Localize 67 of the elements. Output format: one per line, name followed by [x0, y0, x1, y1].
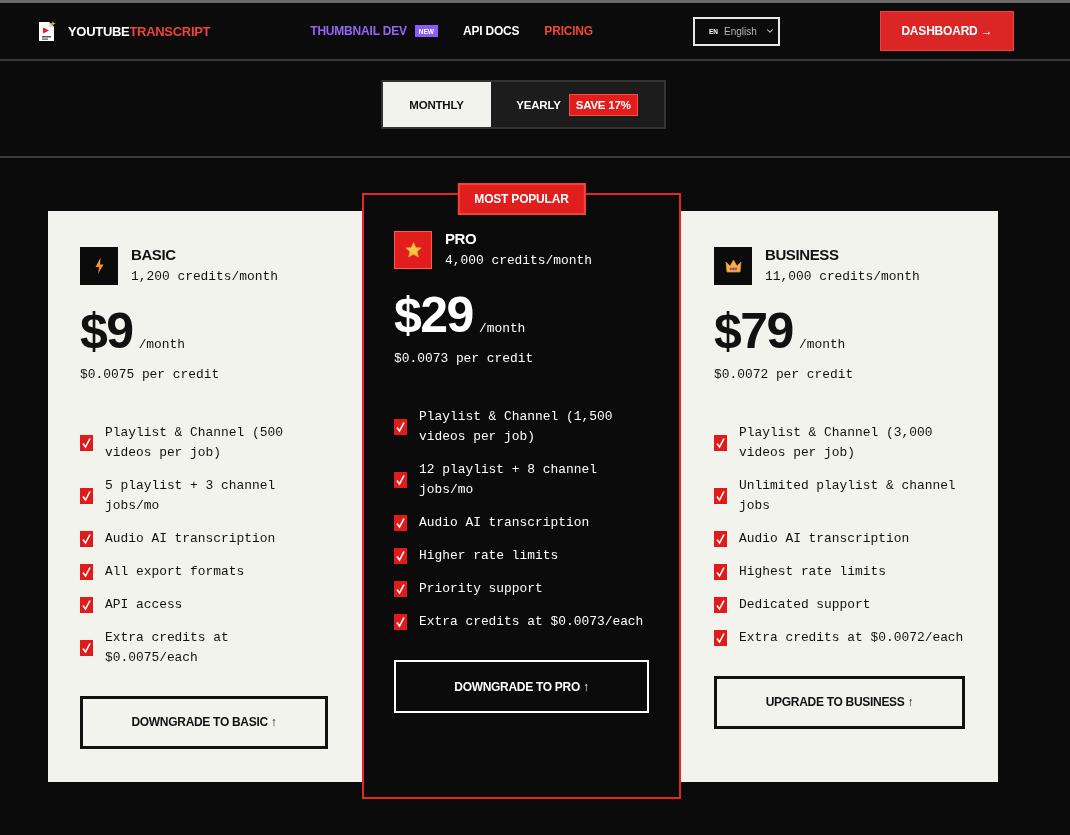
plan-credits: 4,000 credits/month	[445, 253, 592, 268]
plan-button[interactable]: DOWNGRADE TO PRO ↑	[394, 660, 649, 713]
feature-text: 5 playlist + 3 channel jobs/mo	[105, 476, 277, 515]
feature-text: Priority support	[419, 580, 544, 598]
feature-text: All export formats	[105, 562, 246, 581]
check-icon	[80, 530, 93, 547]
feature-text: Audio AI transcription	[105, 529, 277, 548]
check-icon	[80, 487, 93, 504]
nav-link[interactable]: API DOCS	[462, 24, 520, 38]
chevron-down-icon	[764, 26, 775, 36]
check-icon	[714, 530, 727, 547]
price-period: /month	[478, 321, 526, 336]
check-icon	[714, 629, 727, 646]
dashboard-button[interactable]: DASHBOARD →	[879, 11, 1014, 51]
plan-button[interactable]: UPGRADE TO BUSINESS ↑	[714, 675, 965, 729]
check-icon	[714, 487, 727, 504]
check-icon	[394, 515, 407, 531]
logo-text[interactable]: YOUTUBETRANSCRIPT	[68, 23, 211, 39]
per-credit-price: $0.0075 per credit	[80, 366, 221, 383]
feature-text: Playlist & Channel (1,500 videos per job)	[419, 408, 614, 446]
plan-name: BASIC	[131, 246, 177, 263]
price-period: /month	[138, 336, 186, 352]
plan-button[interactable]: DOWNGRADE TO BASIC ↑	[80, 695, 328, 749]
feature-text: Extra credits at $0.0073/each	[419, 613, 645, 631]
check-icon	[394, 419, 407, 435]
feature-text: Extra credits at $0.0072/each	[739, 628, 965, 647]
feature-text: Unlimited playlist & channel jobs	[739, 476, 957, 515]
crown-icon	[714, 246, 752, 285]
per-credit-price: $0.0073 per credit	[394, 351, 535, 367]
plan-price: $9	[80, 306, 133, 355]
check-icon	[394, 548, 407, 564]
check-icon	[714, 563, 727, 580]
feature-text: Audio AI transcription	[739, 529, 911, 548]
document-play-icon	[38, 20, 56, 42]
check-icon	[394, 614, 407, 630]
plan-name: PRO	[445, 231, 478, 247]
nav-link[interactable]: PRICING	[544, 24, 593, 38]
check-icon	[80, 434, 93, 451]
check-icon	[394, 472, 407, 488]
plan-credits: 11,000 credits/month	[765, 268, 920, 284]
feature-text: Playlist & Channel (500 videos per job)	[105, 423, 284, 462]
check-icon	[80, 639, 93, 656]
popular-ribbon: MOST POPULAR	[457, 183, 586, 215]
price-period: /month	[798, 336, 846, 352]
feature-text: API access	[105, 595, 184, 614]
check-icon	[714, 434, 727, 451]
feature-text: Highest rate limits	[739, 562, 887, 581]
feature-text: Playlist & Channel (3,000 videos per job)	[739, 423, 934, 462]
check-icon	[714, 596, 727, 613]
check-icon	[80, 563, 93, 580]
feature-text: 12 playlist + 8 channel jobs/mo	[419, 461, 598, 499]
nav-link[interactable]: THUMBNAIL DEV	[310, 24, 407, 38]
plan-credits: 1,200 credits/month	[131, 268, 278, 284]
per-credit-price: $0.0072 per credit	[714, 366, 855, 383]
feature-text: Dedicated support	[739, 595, 872, 614]
feature-text: Extra credits at $0.0075/each	[105, 628, 230, 667]
plan-name: BUSINESS	[765, 246, 840, 263]
feature-text: Audio AI transcription	[419, 514, 591, 532]
check-icon	[394, 581, 407, 597]
discount-badge: SAVE 17%	[568, 93, 638, 116]
lightning-icon	[80, 246, 118, 285]
check-icon	[80, 596, 93, 613]
feature-text: Higher rate limits	[419, 547, 560, 565]
billing-tab[interactable]: YEARLY SAVE 17%	[490, 82, 664, 127]
plan-price: $79	[714, 306, 793, 355]
plan-price: $29	[394, 291, 473, 339]
billing-tab[interactable]: MONTHLY	[382, 82, 491, 127]
